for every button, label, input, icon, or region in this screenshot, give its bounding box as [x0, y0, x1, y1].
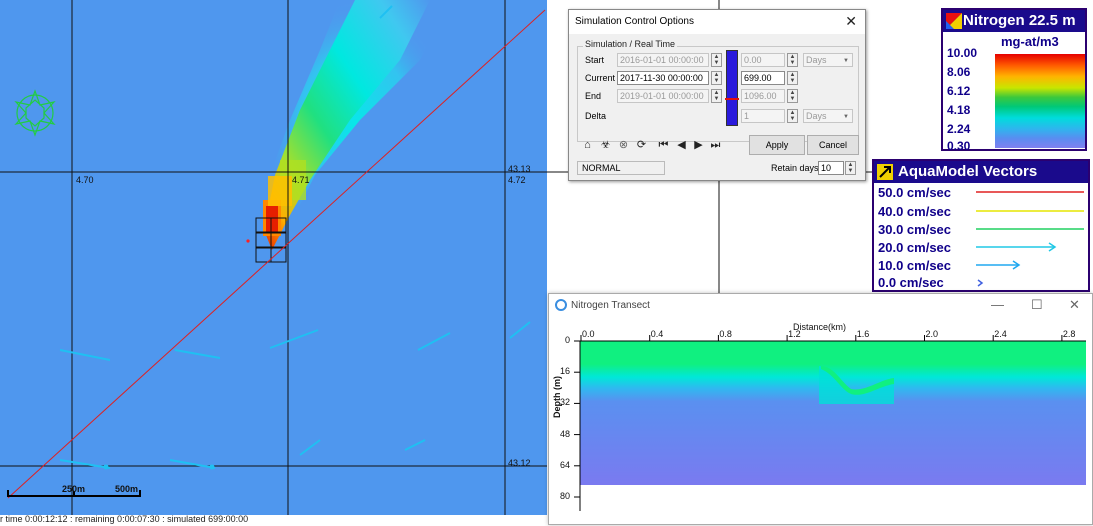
vector-legend-item: 0.0 cm/sec: [878, 275, 944, 290]
palette-icon: [946, 13, 962, 29]
delta-unit-select[interactable]: Days ▼: [803, 109, 853, 123]
y-tick-label: 80: [560, 491, 571, 501]
nitrogen-legend-header: Nitrogen 22.5 m: [943, 10, 1085, 32]
delta-label: Delta: [585, 111, 607, 121]
vector-legend-item: 30.0 cm/sec: [878, 222, 952, 237]
nitrogen-tick: 2.24: [947, 122, 971, 136]
nitrogen-tick: 10.00: [947, 46, 978, 60]
y-tick-label: 48: [560, 428, 571, 439]
map-canvas: [0, 0, 547, 515]
y-tick-label: 16: [560, 366, 571, 377]
end-datetime-field[interactable]: 2019-01-01 00:00:00: [617, 89, 709, 103]
end-days-spinner[interactable]: ▲ ▼: [787, 89, 798, 103]
current-days-field[interactable]: 699.00: [741, 71, 785, 85]
transect-field: [580, 341, 1086, 485]
vector-legend-item: 10.0 cm/sec: [878, 258, 952, 273]
close-icon[interactable]: ✕: [845, 13, 857, 30]
delta-spinner[interactable]: ▲ ▼: [787, 109, 798, 123]
nitrogen-tick: 8.06: [947, 65, 971, 79]
compass-rose-icon: [14, 89, 56, 137]
vector-legend-arrows: [976, 191, 1084, 287]
start-days-spinner[interactable]: ▲ ▼: [787, 53, 798, 67]
stop-icon[interactable]: ⊗: [615, 137, 632, 154]
grid-label-lon-471: 4.71: [292, 175, 310, 185]
group-label: Simulation / Real Time: [583, 39, 678, 49]
transect-line: [7, 9, 546, 499]
retain-days-spinner[interactable]: ▲ ▼: [845, 161, 856, 175]
x-tick-label: 0.8: [719, 329, 732, 339]
current-spinner[interactable]: ▲ ▼: [711, 71, 722, 85]
delta-field[interactable]: 1: [741, 109, 785, 123]
vector-legend-header: AquaModel Vectors: [874, 161, 1088, 183]
vector-legend-title: AquaModel Vectors: [898, 163, 1038, 180]
scale-label-250: 250m: [62, 484, 86, 494]
vector-legend-item: 20.0 cm/sec: [878, 240, 952, 255]
x-tick-label: 2.0: [925, 329, 939, 339]
y-tick-label: 0: [565, 335, 571, 345]
x-tick-label: 1.6: [856, 329, 870, 339]
nitrogen-tick: 6.12: [947, 84, 971, 98]
nitrogen-transect-window[interactable]: Nitrogen Transect — ☐ ✕ Distance(km) Dep…: [548, 293, 1093, 525]
cancel-button[interactable]: Cancel: [807, 135, 859, 155]
vector-legend-item: 50.0 cm/sec: [878, 185, 952, 200]
refresh-icon[interactable]: ⟳: [633, 137, 650, 154]
start-unit-select[interactable]: Days ▼: [803, 53, 853, 67]
nitrogen-color-scale: [995, 54, 1085, 148]
nitrogen-tick: 4.18: [947, 103, 971, 117]
step-back-icon[interactable]: ◀: [673, 137, 690, 154]
nitrogen-legend-title: Nitrogen 22.5 m: [963, 12, 1076, 29]
start-datetime-field[interactable]: 2016-01-01 00:00:00: [617, 53, 709, 67]
current-days-spinner[interactable]: ▲ ▼: [787, 71, 798, 85]
mode-status: NORMAL: [577, 161, 665, 175]
retain-days-field[interactable]: 10: [818, 161, 844, 175]
grid-label-lon-470: 4.70: [76, 175, 94, 185]
y-tick-label: 64: [560, 459, 571, 470]
dialog-title: Simulation Control Options: [575, 16, 694, 27]
scale-label-500: 500m: [115, 484, 139, 494]
grid-label-lat-4313: 43.13: [508, 164, 531, 174]
x-tick-label: 0.4: [650, 329, 664, 339]
apply-button[interactable]: Apply: [749, 135, 805, 155]
map-view[interactable]: 4.70 4.71 43.13 4.72 43.12 250m 500m: [0, 0, 547, 515]
home-icon[interactable]: ⌂: [579, 137, 596, 154]
time-progress-bar[interactable]: [725, 50, 739, 126]
start-label: Start: [585, 55, 605, 65]
current-label: Current: [585, 73, 616, 83]
play-icon[interactable]: ▶: [690, 137, 707, 154]
x-tick-label: 1.2: [788, 329, 801, 339]
nitrogen-unit: mg-at/m3: [1001, 34, 1059, 49]
current-datetime-field[interactable]: 2017-11-30 00:00:00: [617, 71, 709, 85]
retain-days-label: Retain days: [771, 163, 819, 173]
skip-end-icon[interactable]: ⏭: [707, 137, 724, 154]
transect-plot: [574, 335, 1086, 511]
vector-legend-item: 40.0 cm/sec: [878, 204, 952, 219]
end-spinner[interactable]: ▲ ▼: [711, 89, 722, 103]
vector-legend: AquaModel Vectors 50.0 cm/sec 40.0 cm/se…: [872, 159, 1090, 292]
y-tick-label: 32: [560, 397, 571, 408]
x-tick-label: 2.4: [994, 329, 1007, 339]
nitrogen-legend: Nitrogen 22.5 m mg-at/m3 10.00 8.06 6.12…: [941, 8, 1087, 153]
start-days-field[interactable]: 0.00: [741, 53, 785, 67]
nitrogen-plume: [262, 0, 450, 250]
skip-start-icon[interactable]: ⏮: [655, 137, 672, 154]
grid-label-lon-472: 4.72: [508, 175, 526, 185]
nitrogen-tick: 0.30: [947, 139, 971, 153]
status-bar-text: r time 0:00:12:12 : remaining 0:00:07:30…: [0, 514, 249, 524]
x-tick-label: 0.0: [582, 329, 595, 339]
bio-icon[interactable]: ☣: [597, 137, 614, 154]
end-days-field[interactable]: 1096.00: [741, 89, 785, 103]
simulation-control-dialog[interactable]: Simulation Control Options ✕ Simulation …: [568, 9, 866, 181]
start-spinner[interactable]: ▲ ▼: [711, 53, 722, 67]
grid-label-lat-4312: 43.12: [508, 458, 531, 468]
arrow-icon: [877, 164, 893, 180]
end-label: End: [585, 91, 602, 101]
x-tick-label: 2.8: [1062, 329, 1076, 339]
time-progress-marker[interactable]: [725, 98, 739, 100]
dialog-titlebar[interactable]: Simulation Control Options ✕: [569, 10, 865, 34]
